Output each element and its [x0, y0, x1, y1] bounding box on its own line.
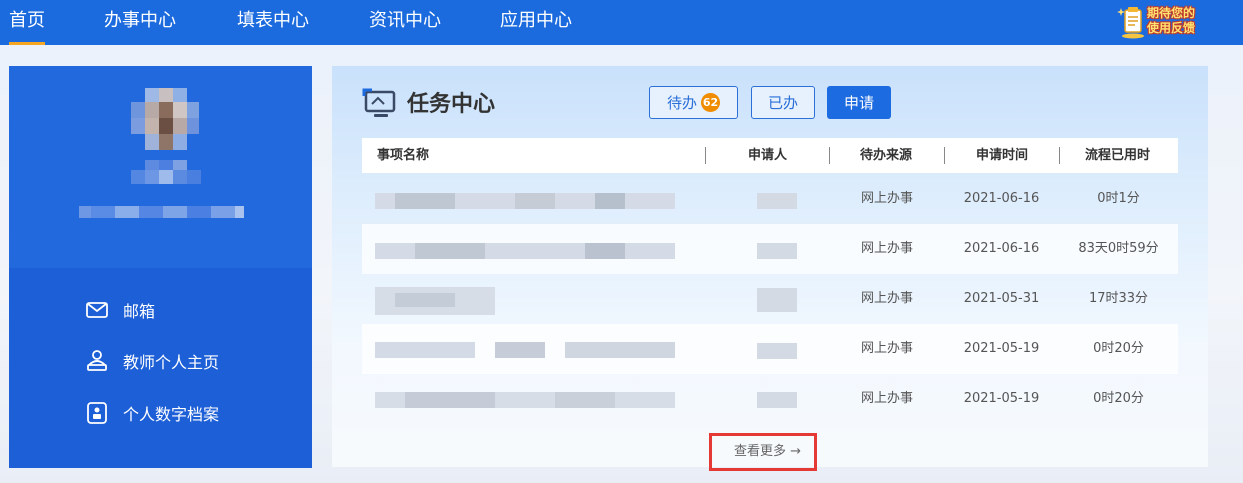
row-date: 2021-05-19	[963, 391, 1040, 406]
todo-count-badge: 62	[701, 93, 720, 112]
applicant-blurred	[757, 288, 797, 312]
row-source: 网上办事	[860, 341, 913, 356]
item-name-blurred	[375, 193, 675, 209]
row-date: 2021-06-16	[963, 241, 1040, 256]
item-name-blurred	[375, 287, 495, 315]
applicant-blurred	[757, 193, 797, 209]
profile-sidebar: 邮箱 教师个人主页 个人数字档案	[9, 66, 312, 468]
sidebar-item-label: 教师个人主页	[123, 353, 220, 372]
column-header-source: 待办来源	[860, 148, 913, 163]
row-source: 网上办事	[860, 241, 913, 256]
item-name-blurred	[375, 243, 675, 259]
column-divider	[944, 147, 945, 164]
tab-apply[interactable]: 申请	[827, 86, 891, 119]
row-date: 2021-06-16	[963, 191, 1040, 206]
applicant-blurred	[757, 392, 797, 408]
task-center-panel: 任务中心 待办 62 已办 申请 事项名称 申请人 待办来源 申请时间 流程已用…	[332, 66, 1208, 467]
sidebar-item-archive[interactable]: 个人数字档案	[85, 401, 219, 425]
sidebar-item-label: 个人数字档案	[123, 405, 220, 424]
feedback-text-line2: 使用反馈	[1147, 21, 1196, 35]
nav-item-form-center[interactable]: 填表中心	[237, 0, 309, 45]
row-elapsed: 17时33分	[1088, 291, 1149, 306]
table-row[interactable]: 网上办事 2021-06-16 0时1分	[362, 174, 1178, 224]
sidebar-item-label: 邮箱	[123, 302, 156, 321]
row-date: 2021-05-31	[963, 291, 1040, 306]
tab-done-label: 已办	[767, 94, 798, 112]
feedback-text-line1: 期待您的	[1147, 6, 1196, 20]
tab-done[interactable]: 已办	[751, 86, 815, 119]
applicant-blurred	[757, 243, 797, 259]
table-row[interactable]: 网上办事 2021-06-16 83天0时59分	[362, 224, 1178, 274]
tab-apply-label: 申请	[843, 94, 874, 112]
nav-item-app-center[interactable]: 应用中心	[500, 0, 572, 45]
table-row[interactable]: 网上办事 2021-05-31 17时33分	[362, 274, 1178, 324]
nav-item-service-center[interactable]: 办事中心	[104, 0, 176, 45]
tab-todo-label: 待办	[666, 94, 697, 112]
column-header-applicant: 申请人	[748, 148, 788, 163]
sidebar-item-teacher-home[interactable]: 教师个人主页	[85, 349, 219, 373]
item-name-blurred	[375, 392, 675, 408]
table-row[interactable]: 网上办事 2021-05-19 0时20分	[362, 324, 1178, 374]
column-header-apply-time: 申请时间	[976, 148, 1029, 163]
monitor-icon	[362, 88, 396, 117]
row-elapsed: 83天0时59分	[1078, 241, 1159, 256]
profile-area	[9, 66, 312, 268]
column-header-elapsed: 流程已用时	[1085, 148, 1151, 163]
row-date: 2021-05-19	[963, 341, 1040, 356]
row-elapsed: 0时20分	[1093, 391, 1144, 406]
row-source: 网上办事	[860, 191, 913, 206]
row-elapsed: 0时20分	[1093, 341, 1144, 356]
column-divider	[1059, 147, 1060, 164]
table-header: 事项名称 申请人 待办来源 申请时间 流程已用时	[362, 138, 1178, 173]
column-divider	[705, 147, 706, 164]
archive-icon	[87, 402, 107, 424]
row-source: 网上办事	[860, 291, 913, 306]
applicant-blurred	[757, 343, 797, 359]
feedback-icon	[1117, 4, 1147, 39]
item-name-blurred	[375, 342, 675, 358]
nav-item-home[interactable]: 首页	[9, 0, 45, 45]
page-title: 任务中心	[407, 92, 496, 117]
row-elapsed: 0时1分	[1097, 191, 1140, 206]
column-divider	[829, 147, 830, 164]
mail-icon	[86, 302, 108, 318]
tab-todo[interactable]: 待办 62	[649, 86, 738, 119]
column-header-item-name: 事项名称	[377, 148, 430, 163]
row-source: 网上办事	[860, 391, 913, 406]
sidebar-item-mail[interactable]: 邮箱	[85, 298, 155, 322]
top-nav: 首页 办事中心 填表中心 资讯中心 应用中心 期待您的 使用反馈	[0, 0, 1243, 45]
username-blurred	[79, 206, 244, 218]
table-row[interactable]: 网上办事 2021-05-19 0时20分	[362, 374, 1178, 424]
nav-item-news-center[interactable]: 资讯中心	[369, 0, 441, 45]
feedback-button[interactable]: 期待您的 使用反馈	[1117, 2, 1209, 40]
view-more-link[interactable]: 查看更多 →	[734, 440, 801, 459]
teacher-home-icon	[87, 350, 107, 371]
